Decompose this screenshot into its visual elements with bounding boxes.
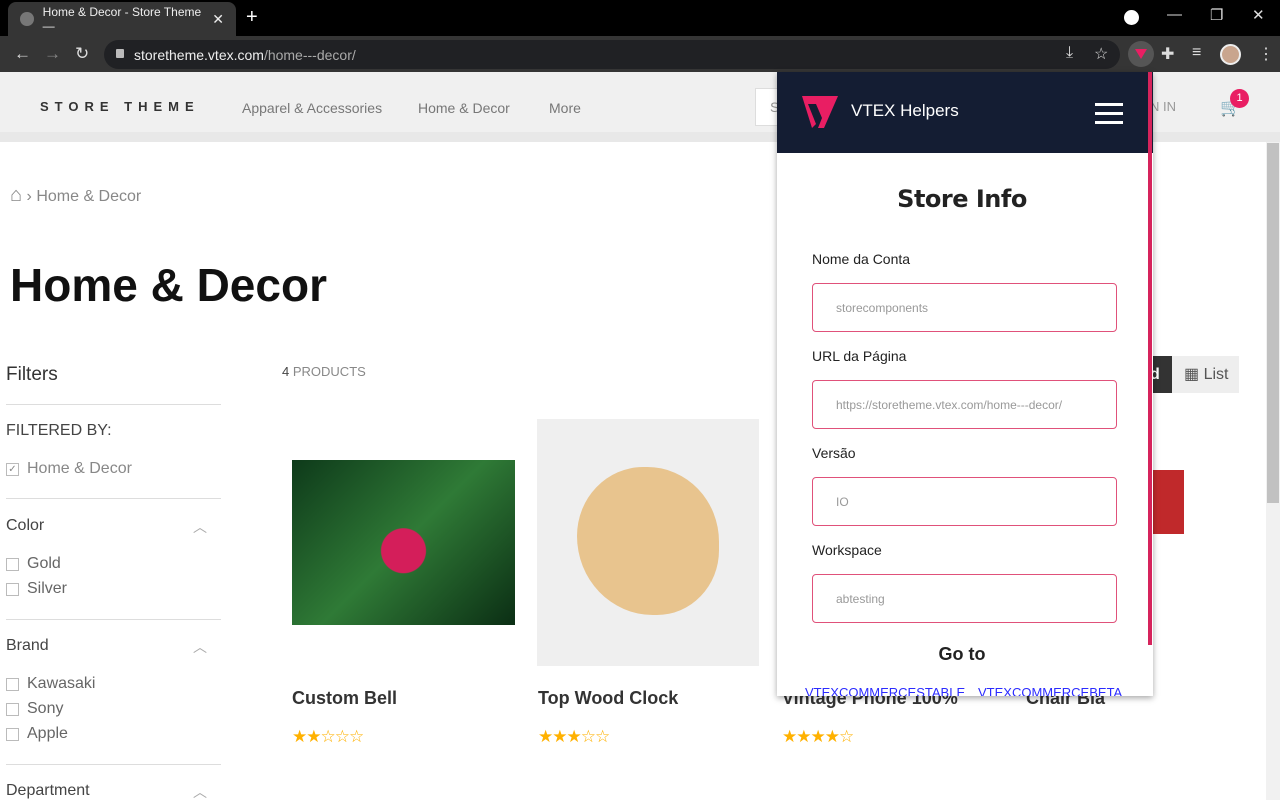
filter-group-color[interactable]: Color: [6, 517, 44, 535]
checkbox[interactable]: [6, 557, 19, 571]
field-label: Workspace: [812, 542, 882, 558]
list-icon: ▦: [1184, 366, 1200, 383]
close-tab-icon[interactable]: ✕: [212, 11, 224, 28]
avatar[interactable]: [1220, 44, 1241, 65]
restore-button[interactable]: ❐: [1210, 6, 1223, 24]
breadcrumb-current[interactable]: Home & Decor: [36, 188, 141, 205]
reload-icon[interactable]: ↻: [75, 44, 89, 64]
minimize-button[interactable]: —: [1167, 6, 1182, 23]
product-image-bell[interactable]: [292, 460, 515, 625]
option-label: Kawasaki: [27, 675, 96, 692]
chevron-up-icon[interactable]: ︿: [193, 517, 207, 537]
new-tab-button[interactable]: +: [246, 6, 258, 29]
filter-option[interactable]: Apple: [6, 725, 68, 743]
checkbox[interactable]: [6, 677, 19, 691]
product-image-chair[interactable]: [1150, 470, 1184, 630]
popup-scrollbar[interactable]: [1148, 72, 1152, 645]
divider: [6, 404, 221, 405]
version-field[interactable]: [812, 477, 1117, 526]
filters-title: Filters: [6, 364, 58, 385]
checkbox[interactable]: [6, 727, 19, 741]
checkbox-checked[interactable]: ✓: [6, 462, 19, 476]
link-beta[interactable]: VTEXCOMMERCEBETA: [978, 685, 1122, 696]
goto-title: Go to: [938, 644, 986, 664]
menu-apparel[interactable]: Apparel & Accessories: [242, 100, 382, 116]
page-title: Home & Decor: [10, 259, 327, 311]
count-label: PRODUCTS: [292, 364, 366, 379]
account-name-field[interactable]: [812, 283, 1117, 332]
filter-group-department[interactable]: Department: [6, 782, 90, 800]
url-path: /home---decor/: [263, 46, 356, 63]
checkbox[interactable]: [6, 702, 19, 716]
hamburger-menu-icon[interactable]: [1095, 103, 1123, 130]
field-label: Nome da Conta: [812, 251, 911, 267]
back-icon[interactable]: ←: [14, 44, 31, 64]
globe-icon: [20, 12, 34, 26]
home-icon[interactable]: ⌂: [10, 184, 22, 206]
divider: [6, 764, 221, 765]
media-icon[interactable]: [1124, 10, 1139, 25]
count-value: 4: [282, 364, 290, 379]
field-label: Versão: [812, 445, 856, 461]
page-url-field[interactable]: [812, 380, 1117, 429]
product-rating: ★★★★☆: [782, 727, 854, 746]
tab-title: Home & Decor - Store Theme —: [42, 5, 202, 33]
vtex-logo-icon: [802, 96, 838, 128]
forward-icon[interactable]: →: [44, 44, 61, 64]
vtex-helpers-popup: VTEX Helpers Store Info Nome da Conta UR…: [777, 72, 1153, 696]
star-icon[interactable]: ☆: [1094, 44, 1108, 64]
lock-icon[interactable]: [116, 49, 124, 58]
divider: [6, 498, 221, 499]
product-name[interactable]: Custom Bell: [292, 688, 397, 709]
sign-in-link[interactable]: N IN: [1150, 99, 1176, 114]
product-rating: ★★★☆☆: [538, 727, 610, 746]
browser-tab[interactable]: Home & Decor - Store Theme — ✕: [8, 2, 236, 36]
media-queue-icon[interactable]: ≡: [1192, 44, 1201, 62]
scrollbar-thumb[interactable]: [1267, 143, 1279, 503]
cart-badge: 1: [1230, 89, 1249, 108]
menu-home-decor[interactable]: Home & Decor: [418, 100, 510, 116]
product-count: 4 PRODUCTS: [282, 364, 366, 379]
vtex-extension-icon[interactable]: [1128, 41, 1154, 67]
link-stable[interactable]: VTEXCOMMERCESTABLE: [805, 685, 965, 696]
filter-option[interactable]: Gold: [6, 555, 61, 573]
option-label: Sony: [27, 700, 64, 717]
option-label: Gold: [27, 555, 61, 572]
filtered-by-label: FILTERED BY:: [6, 422, 112, 439]
chevron-up-icon[interactable]: ︿: [193, 637, 207, 657]
menu-icon[interactable]: ⋮: [1258, 44, 1274, 64]
popup-title: VTEX Helpers: [851, 101, 959, 120]
address-bar[interactable]: storetheme.vtex.com/home---decor/: [104, 40, 1120, 69]
divider: [6, 619, 221, 620]
chevron-up-icon[interactable]: ︿: [193, 782, 207, 802]
active-filter[interactable]: ✓ Home & Decor: [6, 460, 132, 478]
workspace-field[interactable]: [812, 574, 1117, 623]
filter-option[interactable]: Kawasaki: [6, 675, 95, 693]
filter-option[interactable]: Sony: [6, 700, 63, 718]
filter-group-brand[interactable]: Brand: [6, 637, 49, 655]
option-label: Apple: [27, 725, 68, 742]
checkbox[interactable]: [6, 582, 19, 596]
install-icon[interactable]: ⤓: [1066, 44, 1073, 62]
section-title: Store Info: [897, 185, 1027, 213]
url-host: storetheme.vtex.com: [134, 46, 264, 63]
menu-more[interactable]: More: [549, 100, 581, 116]
product-rating: ★★☆☆☆: [292, 727, 364, 746]
filter-option[interactable]: Silver: [6, 580, 67, 598]
field-label: URL da Página: [812, 348, 907, 364]
product-image-clock[interactable]: [537, 419, 759, 666]
store-logo[interactable]: STORE THEME: [40, 99, 200, 114]
list-view-button[interactable]: ▦ List: [1172, 356, 1239, 393]
product-name[interactable]: Top Wood Clock: [538, 688, 678, 709]
option-label: Silver: [27, 580, 68, 597]
extensions-icon[interactable]: ✚: [1161, 44, 1174, 64]
breadcrumb: ⌂ › Home & Decor: [10, 184, 142, 206]
close-window-button[interactable]: ✕: [1252, 6, 1265, 24]
active-filter-label: Home & Decor: [27, 460, 132, 477]
list-label: List: [1203, 366, 1229, 383]
